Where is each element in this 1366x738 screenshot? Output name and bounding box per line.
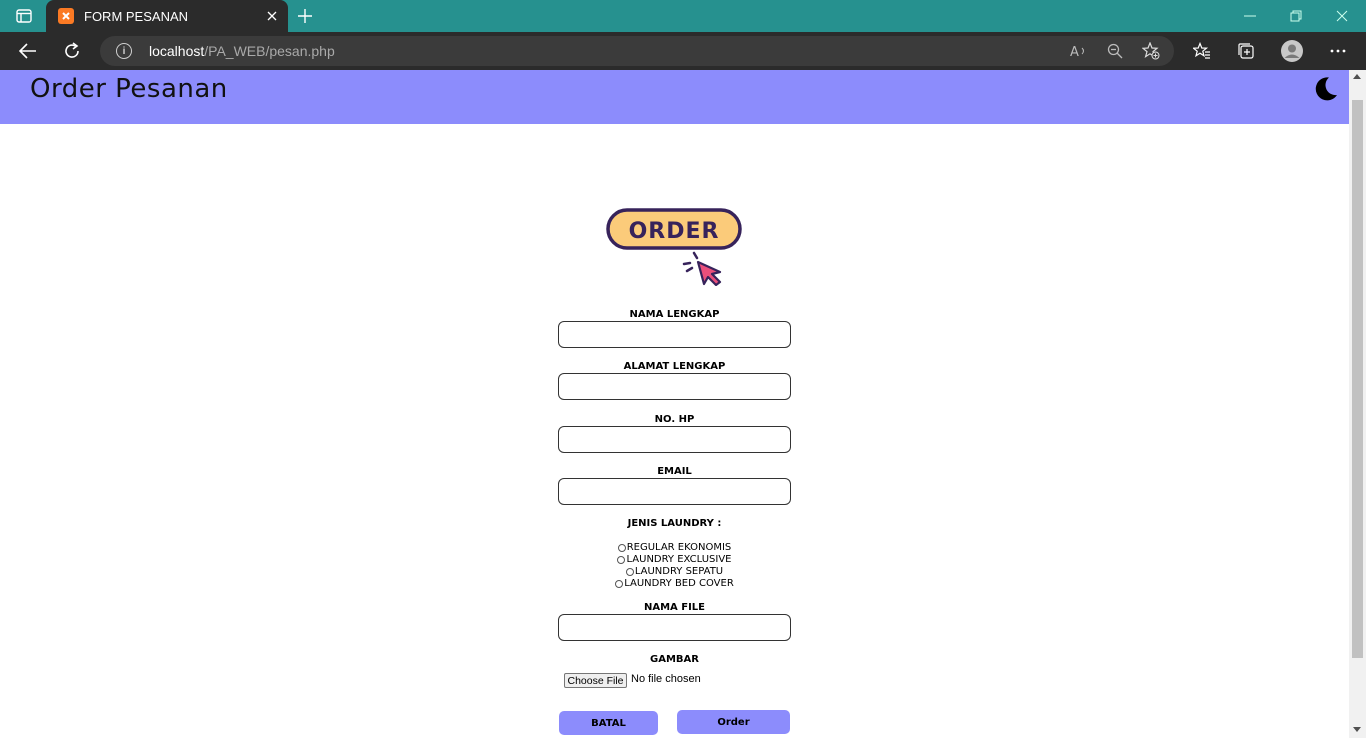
minimize-icon[interactable]	[1230, 4, 1270, 28]
no-hp-input[interactable]	[558, 426, 791, 453]
active-tab[interactable]: FORM PESANAN	[46, 0, 288, 32]
scroll-down-arrow-icon[interactable]	[1353, 727, 1361, 732]
label-nama-file: NAMA FILE	[643, 602, 706, 613]
read-aloud-icon[interactable]: A	[1066, 40, 1092, 62]
label-email: EMAIL	[657, 466, 692, 477]
label-alamat-lengkap: ALAMAT LENGKAP	[623, 361, 726, 372]
new-tab-icon[interactable]	[292, 4, 318, 28]
radio-option-sepatu[interactable]: LAUNDRY SEPATU	[0, 566, 1349, 577]
alamat-lengkap-input[interactable]	[558, 373, 791, 400]
radio-circle[interactable]	[615, 579, 624, 588]
refresh-icon[interactable]	[57, 37, 87, 65]
radio-circle[interactable]	[617, 543, 626, 552]
page-viewport: Order Pesanan ORDER NAMA LENGKAP ALAMAT …	[0, 70, 1349, 738]
svg-text:A: A	[1070, 45, 1079, 59]
page-title: Order Pesanan	[30, 74, 228, 104]
tab-actions-icon[interactable]	[10, 6, 38, 26]
back-icon[interactable]	[13, 37, 43, 65]
favorites-icon[interactable]	[1187, 37, 1217, 65]
restore-icon[interactable]	[1276, 4, 1316, 28]
vertical-scrollbar[interactable]	[1349, 70, 1366, 738]
add-favorite-icon[interactable]	[1138, 40, 1164, 62]
tab-bar: FORM PESANAN	[0, 0, 1366, 32]
choose-file-button[interactable]: Choose File	[564, 673, 627, 688]
email-input[interactable]	[558, 478, 791, 505]
label-no-hp: NO. HP	[654, 414, 695, 425]
file-status-text: No file chosen	[631, 673, 701, 685]
label-jenis-laundry: JENIS LAUNDRY :	[627, 518, 722, 529]
order-logo-text: ORDER	[629, 219, 720, 244]
xampp-favicon-icon	[58, 8, 74, 24]
radio-circle[interactable]	[625, 567, 634, 576]
page-header: Order Pesanan	[0, 70, 1349, 124]
more-options-icon[interactable]	[1323, 37, 1353, 65]
scroll-thumb[interactable]	[1352, 100, 1363, 658]
label-gambar: GAMBAR	[650, 654, 699, 665]
scroll-up-arrow-icon[interactable]	[1353, 74, 1361, 79]
batal-button[interactable]: BATAL	[559, 711, 658, 735]
label-nama-lengkap: NAMA LENGKAP	[629, 309, 720, 320]
radio-circle[interactable]	[617, 555, 626, 564]
address-bar[interactable]: i localhost/PA_WEB/pesan.php A	[100, 36, 1174, 66]
nama-file-input[interactable]	[558, 614, 791, 641]
url-text: localhost/PA_WEB/pesan.php	[149, 43, 335, 59]
order-logo: ORDER	[606, 208, 742, 286]
navigation-bar: i localhost/PA_WEB/pesan.php A	[0, 32, 1366, 70]
nama-lengkap-input[interactable]	[558, 321, 791, 348]
tab-title: FORM PESANAN	[84, 8, 189, 24]
collections-icon[interactable]	[1231, 37, 1261, 65]
order-button[interactable]: Order	[677, 710, 790, 734]
dark-mode-moon-icon[interactable]	[1312, 76, 1338, 102]
site-info-icon[interactable]: i	[116, 43, 132, 59]
profile-avatar-icon[interactable]	[1277, 37, 1307, 65]
radio-option-bed-cover[interactable]: LAUNDRY BED COVER	[0, 578, 1349, 589]
close-tab-icon[interactable]	[258, 2, 286, 30]
close-window-icon[interactable]	[1322, 4, 1362, 28]
zoom-out-icon[interactable]	[1102, 40, 1128, 62]
radio-option-regular[interactable]: REGULAR EKONOMIS	[0, 542, 1349, 553]
radio-option-exclusive[interactable]: LAUNDRY EXCLUSIVE	[0, 554, 1349, 565]
